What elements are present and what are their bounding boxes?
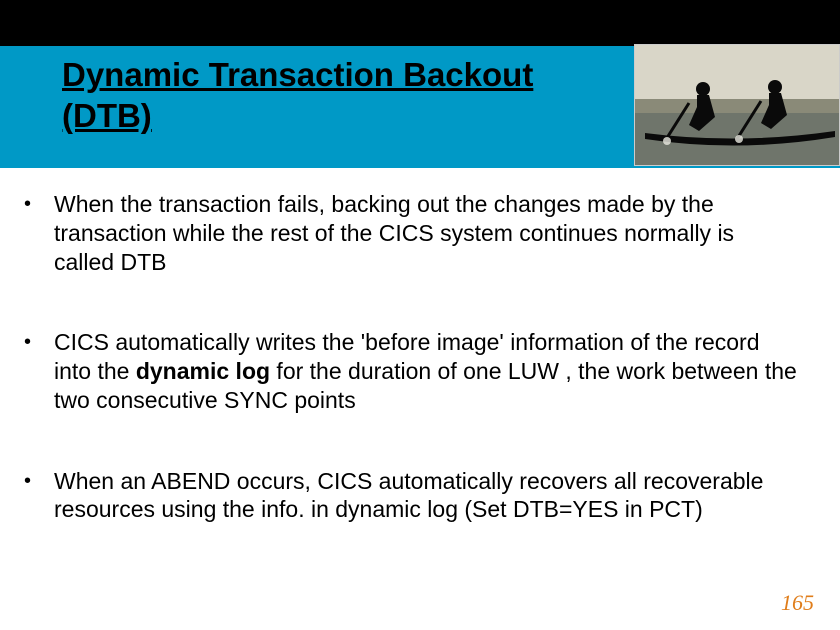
top-black-strip bbox=[0, 0, 840, 46]
bullet-item: • CICS automatically writes the 'before … bbox=[24, 328, 800, 414]
slide-title: Dynamic Transaction Backout (DTB) bbox=[62, 54, 622, 137]
bullet-marker: • bbox=[24, 190, 54, 218]
body-area: • When the transaction fails, backing ou… bbox=[24, 190, 800, 576]
bullet-marker: • bbox=[24, 467, 54, 495]
bullet-text-pre: When the transaction fails, backing out … bbox=[54, 191, 734, 275]
bullet-text: When the transaction fails, backing out … bbox=[54, 190, 800, 276]
bullet-text: CICS automatically writes the 'before im… bbox=[54, 328, 800, 414]
page-number: 165 bbox=[781, 590, 814, 616]
bullet-text-pre: When an ABEND occurs, CICS automatically… bbox=[54, 468, 763, 523]
bullet-item: • When an ABEND occurs, CICS automatical… bbox=[24, 467, 800, 525]
bullet-text: When an ABEND occurs, CICS automatically… bbox=[54, 467, 800, 525]
bullet-text-bold: dynamic log bbox=[136, 358, 270, 384]
bullet-marker: • bbox=[24, 328, 54, 356]
decorative-rowers-image bbox=[634, 44, 840, 166]
slide: Dynamic Transaction Backout (DTB) bbox=[0, 0, 840, 630]
bullet-item: • When the transaction fails, backing ou… bbox=[24, 190, 800, 276]
